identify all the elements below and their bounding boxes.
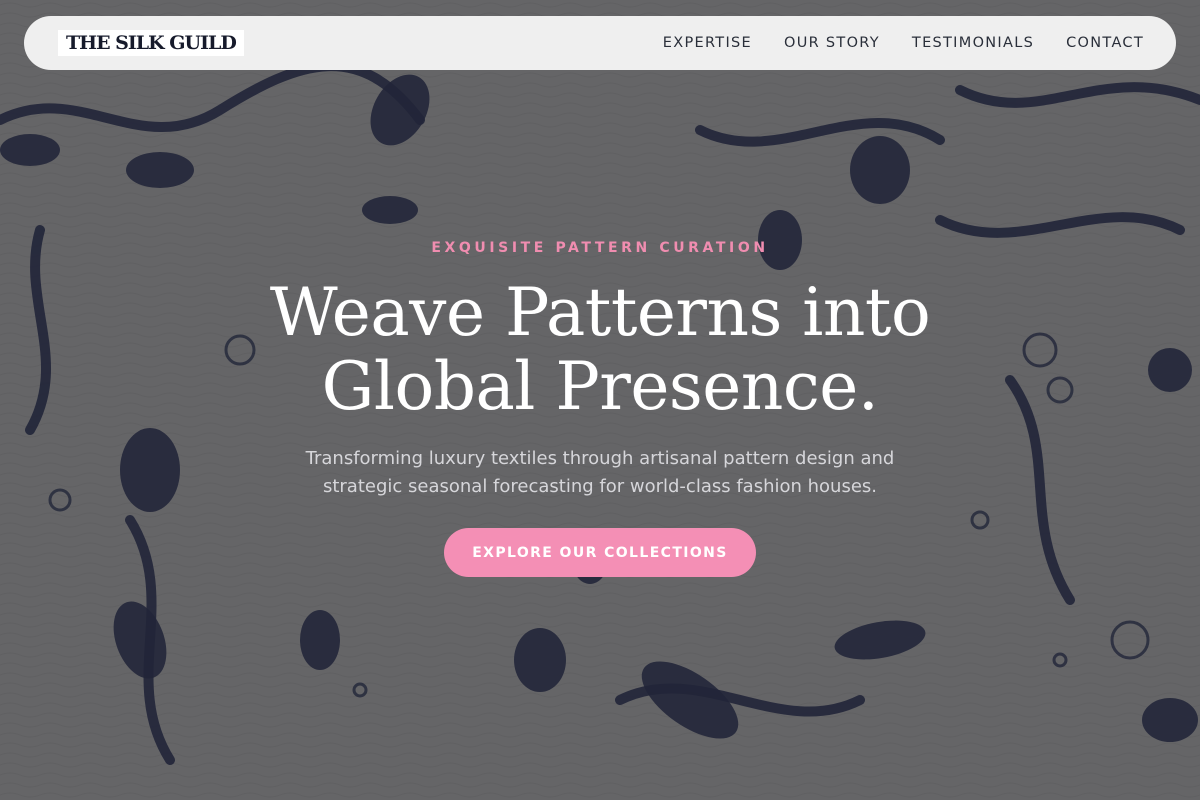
hero-headline-line-1: Weave Patterns into bbox=[269, 274, 931, 351]
nav-link-testimonials[interactable]: TESTIMONIALS bbox=[912, 35, 1034, 51]
hero-eyebrow: EXQUISITE PATTERN CURATION bbox=[431, 240, 769, 256]
hero-headline: Weave Patterns into Global Presence. bbox=[0, 276, 1200, 424]
nav-link-contact[interactable]: CONTACT bbox=[1066, 35, 1144, 51]
hero-subtitle: Transforming luxury textiles through art… bbox=[305, 448, 895, 497]
brand-logo[interactable]: THE SILK GUILD bbox=[58, 30, 244, 56]
nav-link-expertise[interactable]: EXPERTISE bbox=[663, 35, 752, 51]
explore-collections-button[interactable]: EXPLORE OUR COLLECTIONS bbox=[444, 528, 756, 577]
nav-link-our-story[interactable]: OUR STORY bbox=[784, 35, 880, 51]
nav-links: EXPERTISE OUR STORY TESTIMONIALS CONTACT bbox=[663, 35, 1144, 51]
hero-content: EXQUISITE PATTERN CURATION Weave Pattern… bbox=[0, 0, 1200, 800]
top-navbar: THE SILK GUILD EXPERTISE OUR STORY TESTI… bbox=[24, 16, 1176, 70]
hero-headline-line-2: Global Presence. bbox=[321, 348, 879, 425]
